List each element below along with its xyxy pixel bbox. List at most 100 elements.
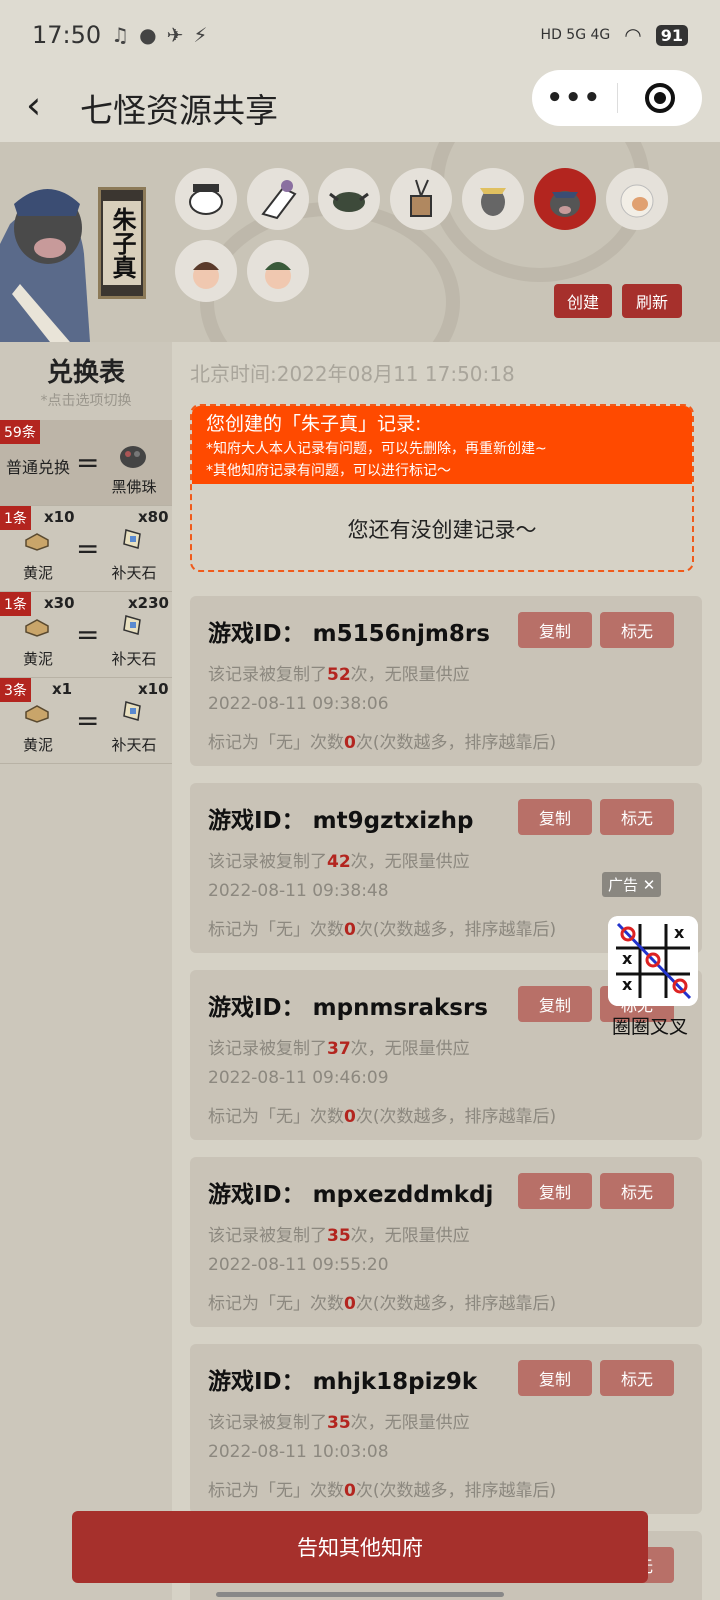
copy-count: 37 [327,1039,351,1059]
my-records-heading: 您创建的「朱子真」记录: [206,413,422,435]
character-name-plaque: 朱子真 [98,187,146,299]
beijing-time: 北京时间:2022年08月11 17:50:18 [190,362,515,386]
exchange-right-qty: x10 [138,680,169,698]
record-count-badge: 1条 [0,592,31,616]
record-card: 游戏ID： m5156njm8rs 复制 标无 该记录被复制了52次，无限量供应… [190,596,702,766]
character-avatar[interactable] [462,168,524,230]
character-avatar-selected[interactable] [534,168,596,230]
record-card: 游戏ID： mhjk18piz9k 复制 标无 该记录被复制了35次，无限量供应… [190,1344,702,1514]
exchange-right-name: 补天石 [111,564,157,582]
copy-button[interactable]: 复制 [518,612,592,648]
character-name: 朱子真 [103,201,141,285]
monkey-face-icon [620,184,654,218]
my-records-header: 您创建的「朱子真」记录: *知府大人本人记录有问题，可以先删除，再重新创建~ *… [192,406,692,484]
game-id: 游戏ID： mt9gztxizhp [208,808,474,834]
equals-sign: = [76,704,100,737]
heaven-stone-icon [123,615,141,635]
character-banner: 朱子真 创建 刷新 [0,142,720,342]
record-time: 2022-08-11 09:55:20 [208,1255,389,1275]
yellow-mud-icon [25,705,49,723]
more-button[interactable]: ••• [532,83,617,113]
battery-indicator: 91 [655,24,688,46]
mark-count-line: 标记为「无」次数0次(次数越多，排序越靠后) [208,1481,557,1501]
exchange-left-qty: x30 [44,594,75,612]
ad-close-tag[interactable]: 广告 ✕ [602,872,662,897]
exchange-option-normal[interactable]: 59条 普通兑换 = 黑佛珠 [0,420,172,506]
exchange-option[interactable]: 3条 x1 黄泥 = x10 补天石 [0,678,172,764]
antler-icon [410,179,432,217]
mark-none-button[interactable]: 标无 [600,1173,674,1209]
mark-count: 0 [344,1294,356,1314]
boar-face-icon [550,191,580,217]
status-time: 17:50 [32,21,102,49]
character-avatar[interactable] [318,168,380,230]
my-records-empty: 您还有没创建记录〜 [347,518,537,542]
wifi-icon: ◠ [624,23,642,47]
mark-none-button[interactable]: 标无 [600,799,674,835]
equals-sign: = [76,618,100,651]
mark-count-line: 标记为「无」次数0次(次数越多，排序越靠后) [208,1294,557,1314]
exchange-right-qty: x230 [128,594,169,612]
goat-face-icon [480,188,506,216]
game-id: 游戏ID： mpnmsraksrs [208,995,488,1021]
copy-count: 52 [327,665,351,685]
status-bar: 17:50 ♫ ● ✈ ⚡ HD 5G 4G ◠ 91 [0,0,720,70]
ad-name[interactable]: 圈圈叉叉 [612,1012,688,1039]
mark-count-line: 标记为「无」次数0次(次数越多，排序越靠后) [208,733,557,753]
close-miniprogram-button[interactable] [618,83,703,113]
music-icon: ♫ [111,23,130,47]
exchange-option[interactable]: 1条 x10 黄泥 = x80 补天石 [0,506,172,592]
character-avatar[interactable] [247,240,309,302]
back-button[interactable]: ‹ [26,80,66,130]
heaven-stone-icon [123,701,141,721]
exchange-left-qty: x10 [44,508,75,526]
copy-count-line: 该记录被复制了42次，无限量供应 [208,852,470,872]
copy-count-line: 该记录被复制了35次，无限量供应 [208,1226,470,1246]
mark-count: 0 [344,1481,356,1501]
game-id: 游戏ID： mpxezddmkdj [208,1182,494,1208]
nav-bar: ‹ 七怪资源共享 ••• [0,70,720,142]
notify-others-button[interactable]: 告知其他知府 [72,1511,648,1583]
exchange-left-name: 黄泥 [22,736,53,754]
record-time: 2022-08-11 09:38:06 [208,694,389,714]
copy-button[interactable]: 复制 [518,1173,592,1209]
copy-count: 35 [327,1413,351,1433]
mark-count: 0 [344,920,356,940]
character-avatar[interactable] [175,240,237,302]
record-count-badge: 1条 [0,506,31,530]
mark-none-button[interactable]: 标无 [600,612,674,648]
copy-button[interactable]: 复制 [518,799,592,835]
boy-face-icon [265,262,291,289]
my-records-box: 您创建的「朱子真」记录: *知府大人本人记录有问题，可以先删除，再重新创建~ *… [190,404,694,572]
exchange-right-qty: x80 [138,508,169,526]
miniprogram-capsule: ••• [532,70,702,126]
character-avatar[interactable] [247,168,309,230]
copy-count: 35 [327,1226,351,1246]
exchange-right-name: 黑佛珠 [111,478,157,496]
game-id: 游戏ID： m5156njm8rs [208,621,490,647]
target-icon [644,83,675,113]
mark-count: 0 [344,733,356,753]
copy-button[interactable]: 复制 [518,986,592,1022]
refresh-button[interactable]: 刷新 [622,284,682,318]
exchange-option[interactable]: 1条 x30 黄泥 = x230 补天石 [0,592,172,678]
ox-face-icon [329,192,369,212]
svg-text:x: x [674,923,685,942]
copy-count: 42 [327,852,351,872]
tic-tac-toe-ad-icon[interactable]: x x x [608,916,698,1006]
record-time: 2022-08-11 10:03:08 [208,1442,389,1462]
create-button[interactable]: 创建 [554,284,612,318]
home-indicator[interactable] [216,1592,504,1597]
game-id: 游戏ID： mhjk18piz9k [208,1369,478,1395]
horse-face-icon [261,180,297,220]
yellow-mud-icon [25,533,49,551]
mark-none-button[interactable]: 标无 [600,1360,674,1396]
character-avatar[interactable] [606,168,668,230]
record-time: 2022-08-11 09:46:09 [208,1068,389,1088]
black-bead-icon [120,446,146,468]
message-icon: ● [139,23,157,47]
character-avatar[interactable] [390,168,452,230]
copy-button[interactable]: 复制 [518,1360,592,1396]
record-card: 游戏ID： mpxezddmkdj 复制 标无 该记录被复制了35次，无限量供应… [190,1157,702,1327]
character-avatar[interactable] [175,168,237,230]
